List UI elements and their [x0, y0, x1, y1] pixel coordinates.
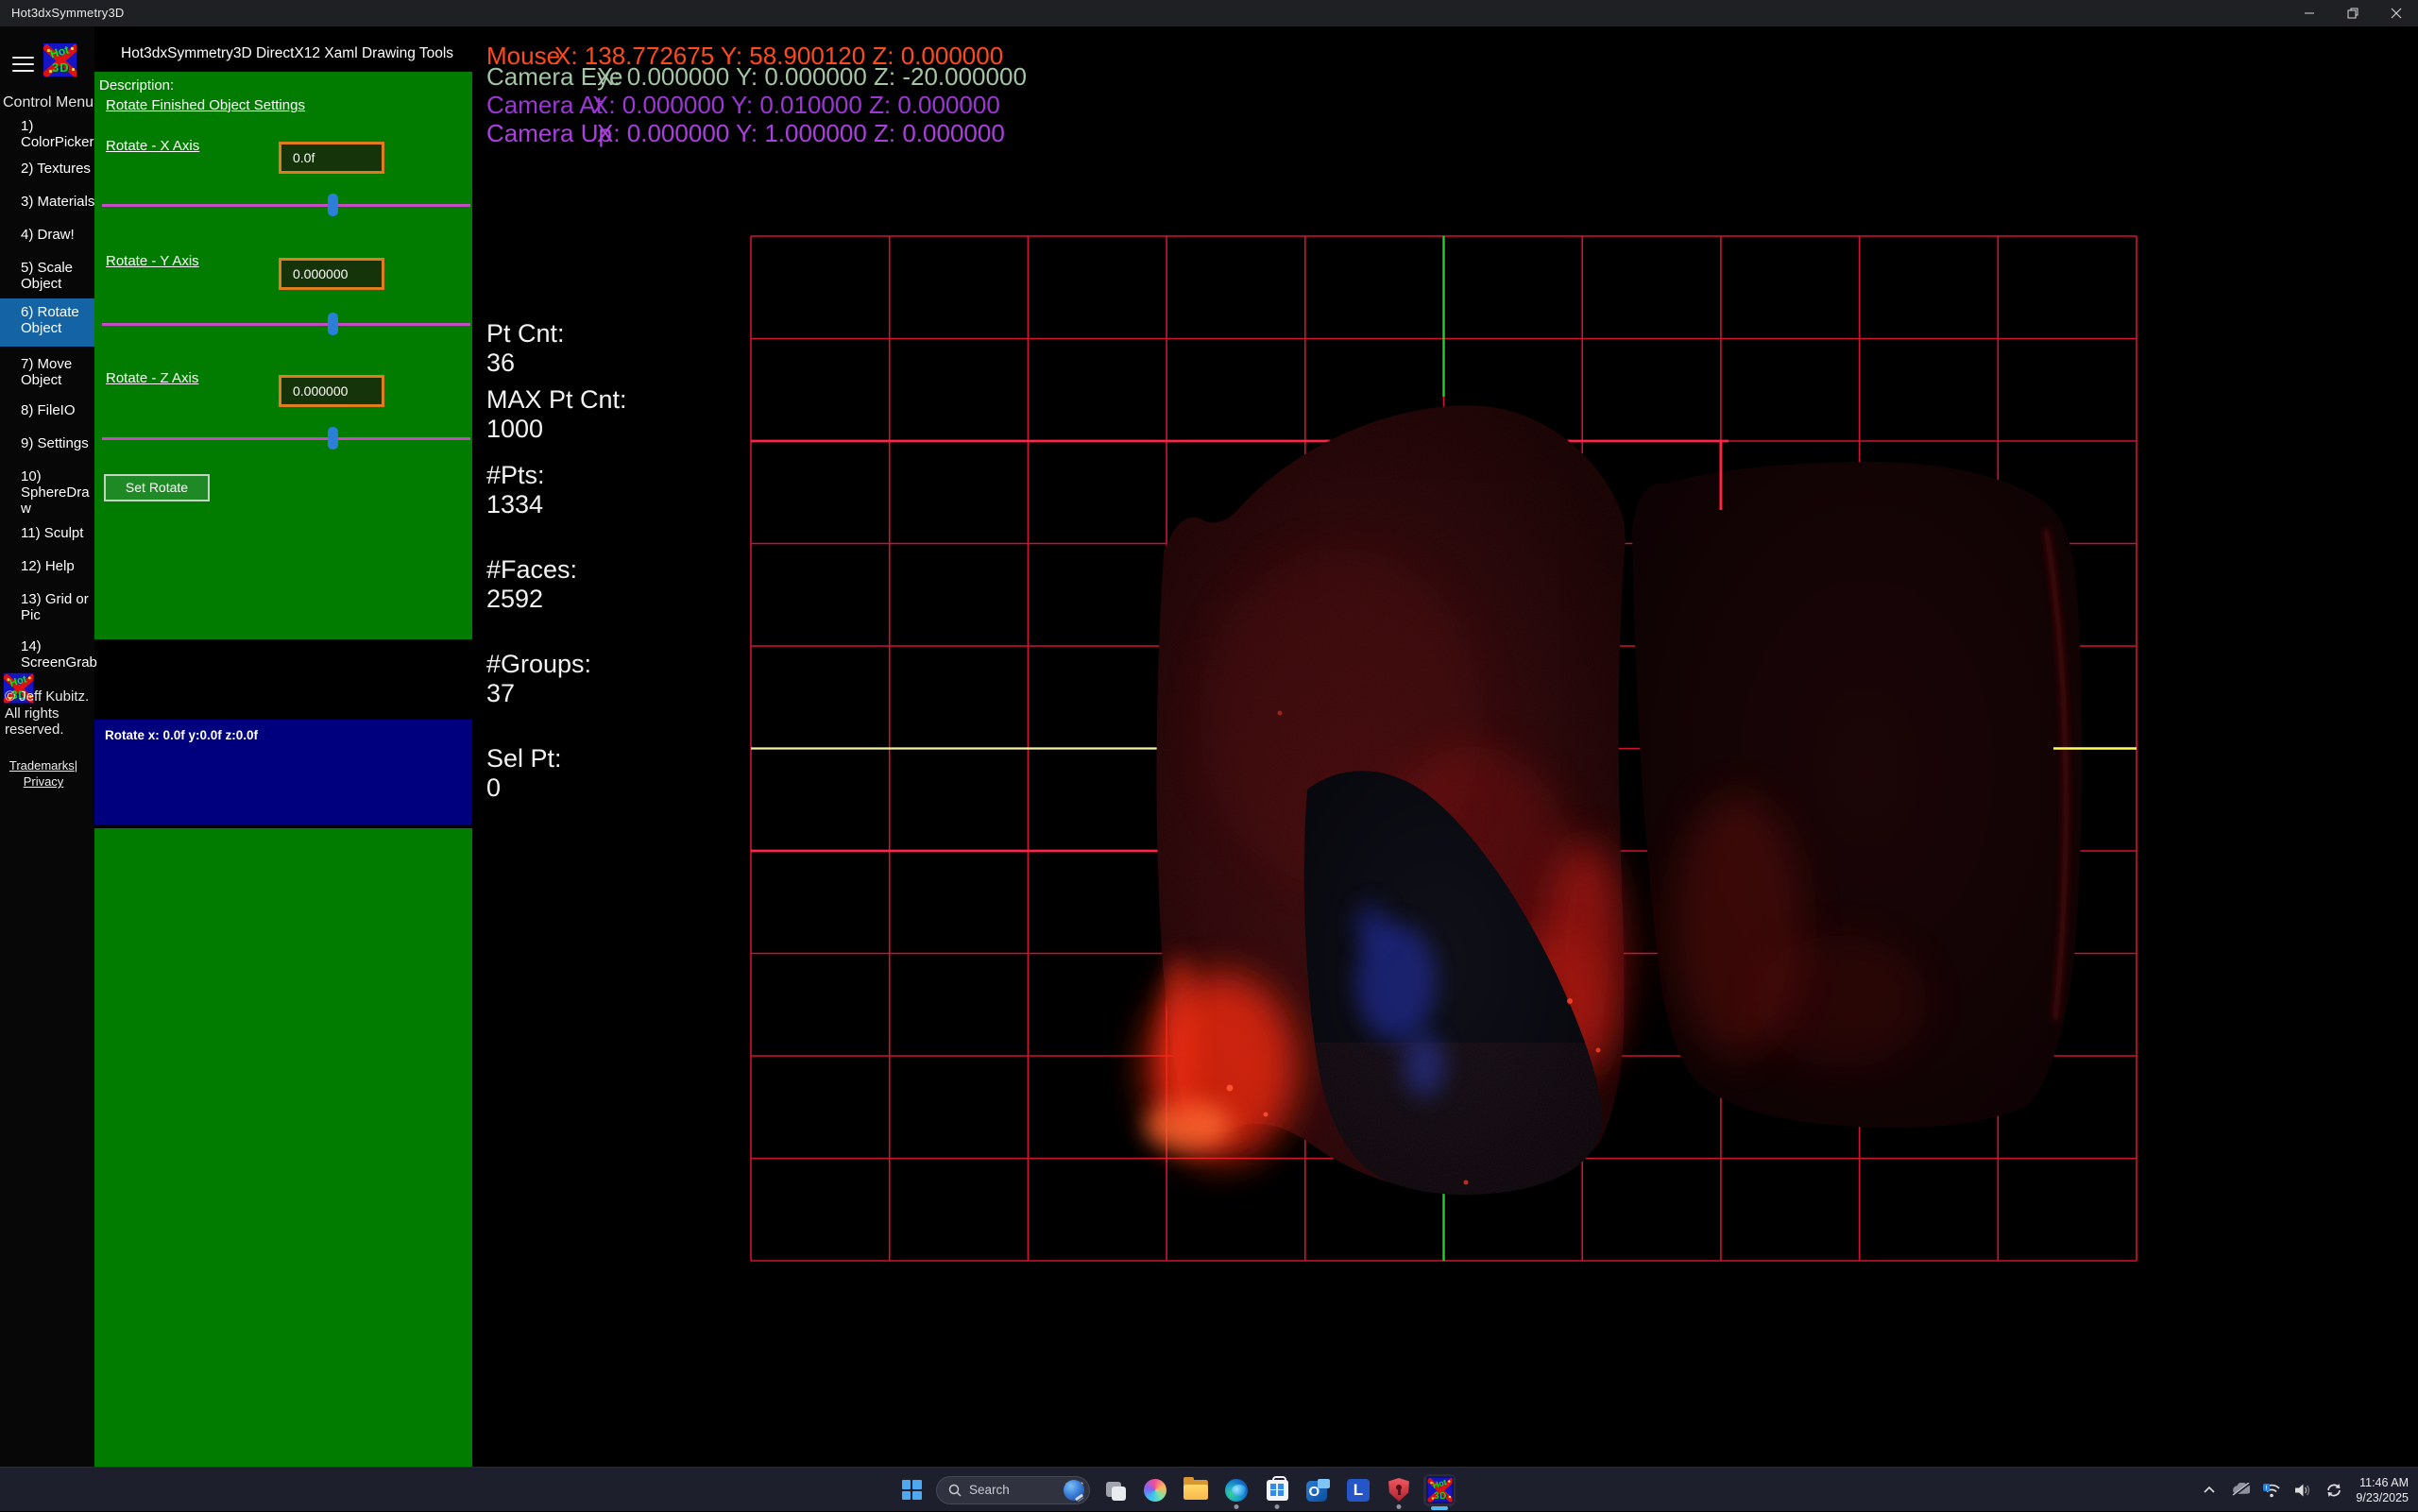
rotate-x-slider-thumb[interactable] [328, 194, 338, 216]
task-view-button[interactable] [1098, 1474, 1131, 1506]
stat-num-faces: #Faces: 2592 [486, 555, 578, 613]
close-button[interactable] [2375, 0, 2418, 26]
camera-at-coordinates: Camera AtX: 0.000000 Y: 0.010000 Z: 0.00… [486, 91, 1000, 119]
sidebar-item-draw[interactable]: 4) Draw! [21, 227, 98, 243]
tray-time: 11:46 AM [2359, 1475, 2409, 1489]
rotate-settings-panel: Description: Rotate Finished Object Sett… [94, 72, 472, 639]
control-menu-header: Control Menu [3, 94, 94, 110]
hot3dx-app-button[interactable]: Hot 3D [1423, 1473, 1456, 1510]
lower-green-panel [94, 828, 472, 1467]
sidebar-item-materials[interactable]: 3) Materials [21, 194, 98, 210]
set-rotate-button[interactable]: Set Rotate [104, 474, 210, 501]
sidebar-item-move-object[interactable]: 7) Move Object [21, 356, 98, 388]
edge-button[interactable] [1220, 1474, 1252, 1509]
active-app-indicator [1431, 1506, 1448, 1510]
rotate-x-input[interactable]: 0.0f [279, 142, 384, 174]
app-logo-icon: Hot 3D [43, 42, 77, 77]
windows-update-icon[interactable] [2324, 1481, 2343, 1500]
rotate-y-label: Rotate - Y Axis [106, 253, 199, 269]
clock[interactable]: 11:46 AM 9/23/2025 [2356, 1475, 2409, 1505]
sidebar-item-settings[interactable]: 9) Settings [21, 435, 98, 451]
file-explorer-button[interactable] [1180, 1474, 1212, 1506]
network-wifi-icon[interactable]: ! [2262, 1481, 2281, 1500]
hamburger-menu-icon[interactable] [12, 57, 34, 73]
sidebar-item-screengrab[interactable]: 14) ScreenGrab [21, 638, 98, 671]
volume-icon[interactable] [2293, 1481, 2312, 1500]
svg-text:!: ! [2266, 1486, 2268, 1491]
rotate-x-label: Rotate - X Axis [106, 138, 200, 154]
l-app-button[interactable]: L [1342, 1474, 1374, 1506]
onedrive-paused-icon[interactable] [2231, 1481, 2251, 1500]
store-icon [1266, 1475, 1288, 1501]
window-title: Hot3dxSymmetry3D [11, 6, 125, 20]
sidebar-item-scale-object[interactable]: 5) Scale Object [21, 260, 98, 292]
minimize-button[interactable] [2288, 0, 2331, 26]
trademarks-link[interactable]: Trademarks [9, 758, 75, 773]
restore-button[interactable] [2331, 0, 2375, 26]
rotate-status-panel: Rotate x: 0.0f y:0.0f z:0.0f [94, 720, 472, 824]
shield-icon [1388, 1478, 1409, 1502]
description-label: Description: [99, 77, 175, 93]
search-icon [948, 1484, 962, 1497]
stat-num-pts: #Pts: 1334 [486, 461, 545, 518]
stat-pt-cnt: Pt Cnt: 36 [486, 319, 565, 377]
search-input[interactable]: Search [936, 1475, 1090, 1504]
start-button[interactable] [895, 1474, 928, 1506]
panel-title: Rotate Finished Object Settings [106, 97, 305, 113]
rotate-x-slider[interactable] [102, 193, 470, 217]
rotate-y-slider-thumb[interactable] [328, 313, 338, 335]
stat-num-groups: #Groups: 37 [486, 650, 592, 707]
rotate-z-input[interactable]: 0.000000 [279, 375, 384, 407]
security-shield-button[interactable] [1383, 1474, 1415, 1509]
copilot-button[interactable] [1139, 1474, 1171, 1506]
sidebar-item-textures[interactable]: 2) Textures [21, 161, 98, 177]
sidebar-item-help[interactable]: 12) Help [21, 558, 98, 574]
microsoft-store-button[interactable] [1261, 1474, 1293, 1509]
rotate-z-slider[interactable] [102, 426, 470, 450]
sidebar-item-spheredraw[interactable]: 10) SphereDraw [21, 468, 98, 517]
app-title: Hot3dxSymmetry3D DirectX12 Xaml Drawing … [121, 45, 454, 61]
copilot-icon [1144, 1478, 1166, 1502]
outlook-icon: O [1305, 1478, 1330, 1502]
tray-date: 9/23/2025 [2356, 1490, 2409, 1504]
rotate-y-input[interactable]: 0.000000 [279, 258, 384, 290]
sidebar-item-sculpt[interactable]: 11) Sculpt [21, 525, 98, 541]
legal-links: Trademarks| Privacy [9, 758, 78, 789]
rotate-z-label: Rotate - Z Axis [106, 370, 199, 386]
sidebar-item-fileio[interactable]: 8) FileIO [21, 402, 98, 418]
sidebar-item-grid-or-pic[interactable]: 13) Grid or Pic [21, 591, 98, 623]
rotate-y-slider[interactable] [102, 312, 470, 336]
rendered-3d-object [1145, 405, 2083, 1195]
search-highlight-icon [1064, 1479, 1084, 1501]
search-placeholder: Search [969, 1483, 1010, 1497]
stat-max-pt-cnt: MAX Pt Cnt: 1000 [486, 385, 627, 443]
edge-icon [1225, 1478, 1248, 1502]
rotate-z-slider-thumb[interactable] [328, 427, 338, 450]
windows-logo-icon [901, 1480, 922, 1500]
folder-icon [1183, 1477, 1208, 1500]
windows-taskbar: Search O L Hot 3D ! 11:46 AM 9/23/2025 [0, 1467, 2418, 1511]
stat-sel-pt: Sel Pt: 0 [486, 744, 562, 802]
sidebar-item-colorpicker[interactable]: 1) ColorPicker [21, 118, 98, 150]
l-app-icon: L [1347, 1478, 1370, 1502]
camera-eye-coordinates: Camera EyeX: 0.000000 Y: 0.000000 Z: -20… [486, 62, 1027, 91]
window-titlebar: Hot3dxSymmetry3D [0, 0, 2418, 26]
privacy-link[interactable]: Privacy [24, 774, 64, 789]
rotate-status-text: Rotate x: 0.0f y:0.0f z:0.0f [105, 728, 259, 742]
outlook-button[interactable]: O [1302, 1474, 1334, 1506]
hidden-icons-chevron[interactable] [2200, 1481, 2219, 1500]
sidebar-item-rotate-object[interactable]: 6) Rotate Object [21, 304, 98, 336]
copyright-text: © Jeff Kubitz. All rights reserved. [5, 688, 90, 738]
camera-up-coordinates: Camera UpX: 0.000000 Y: 1.000000 Z: 0.00… [486, 119, 1005, 147]
